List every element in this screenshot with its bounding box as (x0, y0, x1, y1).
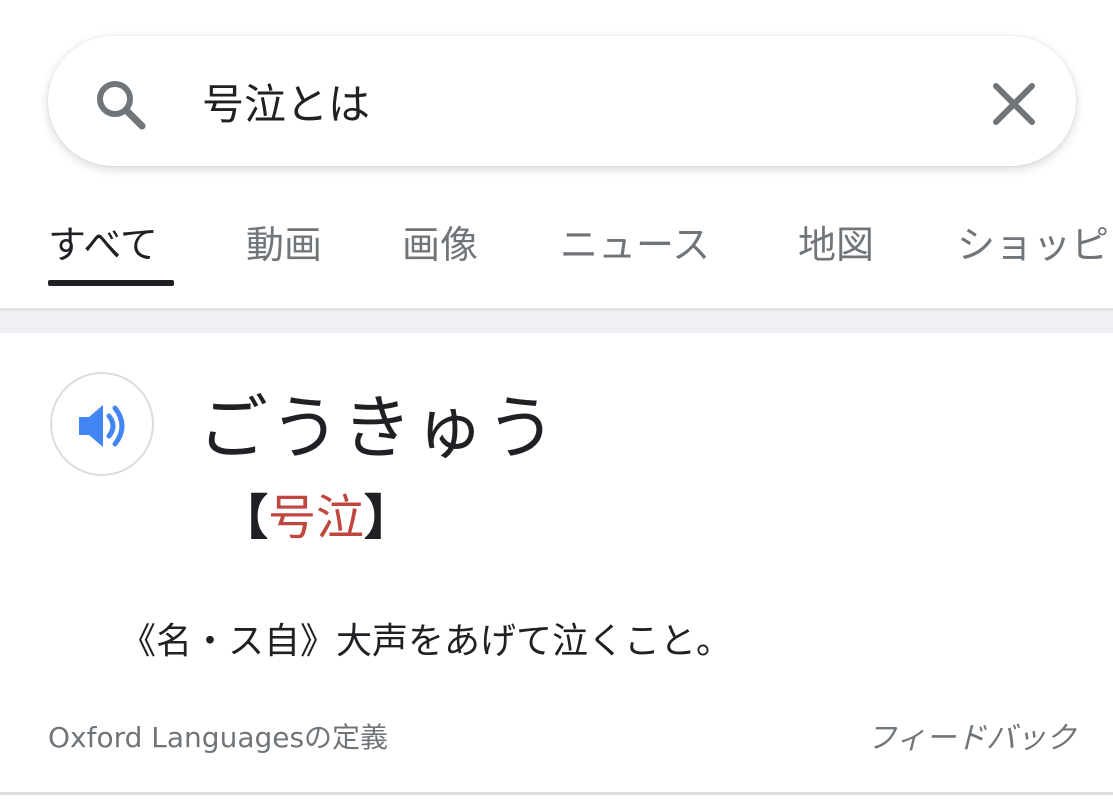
section-separator (0, 311, 1113, 333)
dictionary-reading: ごうきゅう (198, 387, 558, 469)
clear-search-button[interactable] (982, 72, 1046, 136)
tab-videos[interactable]: 動画 (246, 214, 322, 274)
tab-all[interactable]: すべて (48, 214, 158, 274)
dictionary-headword: 【号泣】 (220, 478, 412, 548)
tab-news[interactable]: ニュース (560, 214, 710, 274)
search-input[interactable] (202, 66, 942, 136)
search-icon[interactable] (90, 74, 150, 134)
dictionary-source[interactable]: Oxford Languagesの定義 (48, 716, 388, 756)
tab-maps[interactable]: 地図 (798, 214, 874, 274)
pronunciation-button[interactable] (50, 372, 154, 476)
bracket-open: 【 (220, 490, 269, 546)
card-bottom-divider (0, 792, 1113, 795)
bracket-close: 】 (364, 490, 413, 546)
speaker-icon (79, 405, 125, 447)
close-icon (993, 83, 1035, 125)
dictionary-kanji: 号泣 (268, 490, 365, 546)
tab-shopping[interactable]: ショッピ (957, 214, 1109, 274)
tab-images[interactable]: 画像 (402, 214, 478, 274)
page: すべて 動画 画像 ニュース 地図 ショッピ ごうきゅう 【号泣】 《名・ス自》… (0, 0, 1113, 805)
active-tab-indicator (48, 280, 174, 286)
dictionary-definition: 《名・ス自》大声をあげて泣くこと。 (120, 621, 733, 662)
feedback-link[interactable]: フィードバック (867, 713, 1076, 757)
